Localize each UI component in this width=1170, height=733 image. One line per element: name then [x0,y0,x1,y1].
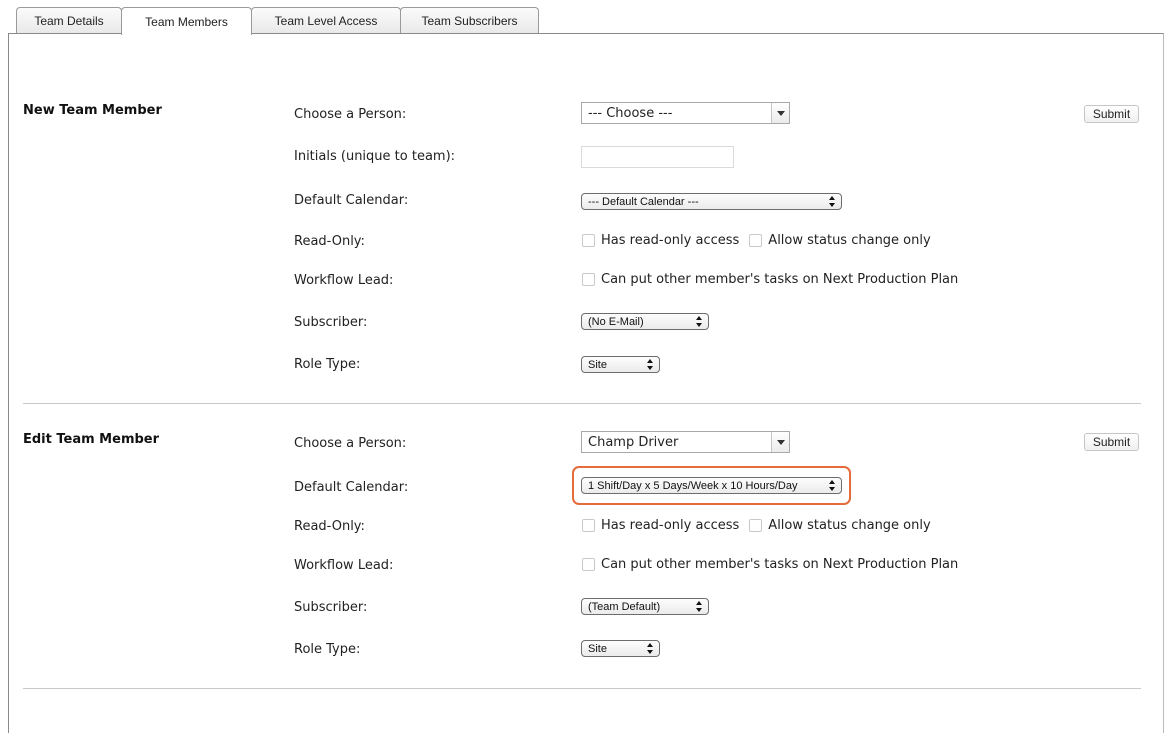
edit-role-value: Site [588,642,607,655]
new-initials-label: Initials (unique to team): [294,149,456,164]
team-members-panel [8,33,1164,733]
new-person-label: Choose a Person: [294,107,407,122]
edit-workflow-text: Can put other member's tasks on Next Pro… [601,557,959,572]
edit-person-combo[interactable]: Champ Driver [581,431,790,453]
new-workflow-checkbox[interactable] [582,273,595,286]
new-calendar-select[interactable]: --- Default Calendar --- [581,193,842,210]
edit-calendar-label: Default Calendar: [294,480,409,495]
edit-workflow-option: Can put other member's tasks on Next Pro… [582,557,958,572]
tab-team-details[interactable]: Team Details [16,7,122,33]
edit-subscriber-value: (Team Default) [588,600,661,613]
section-divider [23,403,1141,404]
section-divider [23,688,1141,689]
select-arrows-icon [647,359,653,370]
edit-calendar-select[interactable]: 1 Shift/Day x 5 Days/Week x 10 Hours/Day [581,477,842,494]
new-readonly-options: Has read-only access Allow status change… [582,233,931,248]
new-person-value: --- Choose --- [588,105,673,121]
new-status-change-text: Allow status change only [768,233,931,248]
select-arrows-icon [696,316,702,327]
tab-team-members[interactable]: Team Members [121,7,252,35]
edit-subscriber-select[interactable]: (Team Default) [581,598,709,615]
chevron-down-icon[interactable] [771,432,789,452]
new-role-select[interactable]: Site [581,356,660,373]
edit-workflow-label: Workflow Lead: [294,558,394,573]
select-arrows-icon [829,480,835,491]
edit-readonly-checkbox[interactable] [582,519,595,532]
tab-team-level-access[interactable]: Team Level Access [251,7,401,33]
edit-person-label: Choose a Person: [294,436,407,451]
new-workflow-label: Workflow Lead: [294,273,394,288]
new-subscriber-label: Subscriber: [294,315,368,330]
edit-readonly-options: Has read-only access Allow status change… [582,518,931,533]
new-calendar-label: Default Calendar: [294,193,409,208]
new-subscriber-value: (No E-Mail) [588,315,644,328]
edit-readonly-label: Read-Only: [294,519,365,534]
new-workflow-option: Can put other member's tasks on Next Pro… [582,272,958,287]
new-subscriber-select[interactable]: (No E-Mail) [581,313,709,330]
new-initials-input[interactable] [581,146,734,168]
new-readonly-text: Has read-only access [601,233,740,248]
new-calendar-value: --- Default Calendar --- [588,195,699,208]
new-submit-button[interactable]: Submit [1084,105,1139,123]
edit-status-change-checkbox[interactable] [749,519,763,532]
new-status-change-checkbox[interactable] [749,234,763,247]
new-role-label: Role Type: [294,357,361,372]
edit-subscriber-label: Subscriber: [294,600,368,615]
select-arrows-icon [696,601,702,612]
chevron-down-icon[interactable] [771,103,789,123]
tab-team-subscribers[interactable]: Team Subscribers [400,7,539,33]
edit-calendar-value: 1 Shift/Day x 5 Days/Week x 10 Hours/Day [588,479,798,492]
edit-submit-button[interactable]: Submit [1084,433,1139,451]
new-role-value: Site [588,358,607,371]
edit-role-select[interactable]: Site [581,640,660,657]
select-arrows-icon [829,196,835,207]
new-readonly-label: Read-Only: [294,234,365,249]
new-person-combo[interactable]: --- Choose --- [581,102,790,124]
edit-readonly-text: Has read-only access [601,518,740,533]
edit-person-value: Champ Driver [588,434,679,450]
new-workflow-text: Can put other member's tasks on Next Pro… [601,272,959,287]
edit-role-label: Role Type: [294,642,361,657]
edit-status-change-text: Allow status change only [768,518,931,533]
new-team-member-title: New Team Member [23,103,162,118]
edit-workflow-checkbox[interactable] [582,558,595,571]
edit-team-member-title: Edit Team Member [23,432,160,447]
select-arrows-icon [647,643,653,654]
new-readonly-checkbox[interactable] [582,234,595,247]
